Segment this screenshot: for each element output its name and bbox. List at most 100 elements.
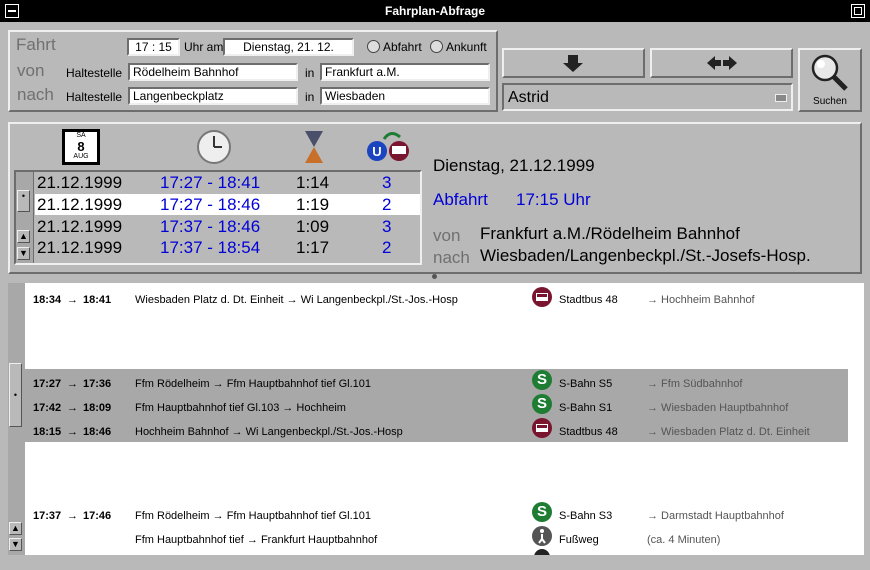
von-label: von: [17, 61, 45, 80]
summary-day: Dienstag, 21.12.1999: [433, 156, 595, 175]
detail-arr: 18:41: [83, 294, 112, 306]
summary-nach-label: nach: [433, 248, 470, 267]
summary-to: Wiesbaden/Langenbeckpl./St.-Josefs-Hosp.: [480, 246, 811, 265]
results-scrollbar[interactable]: • ▲ ▼: [16, 172, 34, 263]
bus-icon: [532, 418, 552, 438]
detail-route: Ffm Rödelheim → Ffm Hauptbahnhof tief Gl…: [135, 378, 371, 390]
result-changes: 3: [382, 173, 392, 192]
results-scroll-up[interactable]: ▲: [17, 230, 30, 243]
result-date: 21.12.1999: [37, 173, 123, 192]
detail-arr: 18:09: [83, 402, 112, 414]
result-time: 17:27 - 18:46: [160, 195, 261, 214]
result-changes: 2: [382, 195, 392, 214]
detail-direction: → Hochheim Bahnhof: [647, 294, 755, 306]
result-duration: 1:09: [296, 217, 330, 236]
calendar-icon: SA 8 AUG: [62, 129, 100, 165]
detail-direction: → Ffm Südbahnhof: [647, 378, 743, 390]
hourglass-icon: [305, 131, 323, 163]
arrow-icon: →: [67, 294, 78, 306]
detail-line: Fußweg: [559, 534, 599, 546]
detail-arr: 18:46: [83, 426, 112, 438]
search-label: Suchen: [813, 96, 847, 107]
sbahn-icon: S: [532, 394, 552, 414]
to-city-input[interactable]: Wiesbaden: [320, 87, 490, 105]
summary-von-label: von: [433, 226, 461, 245]
abfahrt-radio[interactable]: [367, 40, 380, 53]
result-time: 17:37 - 18:46: [160, 217, 261, 236]
date-input[interactable]: Dienstag, 21. 12.: [223, 38, 354, 56]
result-date: 21.12.1999: [37, 238, 123, 257]
detail-dep: 17:42: [33, 402, 62, 414]
app-window: Fahrplan-Abfrage Fahrt von nach 17 : 15 …: [0, 0, 870, 570]
profile-select[interactable]: Astrid: [502, 83, 793, 111]
summary-time: 17:15 Uhr: [516, 190, 591, 209]
detail-arr: 17:46: [83, 510, 112, 522]
result-duration: 1:17: [296, 238, 330, 257]
to-stop-input[interactable]: Langenbeckplatz: [128, 87, 298, 105]
search-button[interactable]: Suchen: [798, 48, 862, 112]
partial-icon: [534, 549, 550, 555]
move-down-button[interactable]: [502, 48, 645, 78]
detail-pane: 18:34 → 18:41 Wiesbaden Platz d. Dt. Ein…: [25, 283, 864, 555]
detail-direction: → Darmstadt Hauptbahnhof: [647, 510, 784, 522]
from-stop-input[interactable]: Rödelheim Bahnhof: [128, 63, 298, 81]
clock-icon: [197, 130, 231, 164]
sbahn-icon: S: [532, 370, 552, 390]
result-time: 17:37 - 18:54: [160, 238, 261, 257]
splitter-handle[interactable]: [432, 274, 437, 279]
detail-line: S-Bahn S5: [559, 378, 613, 390]
result-time: 17:27 - 18:41: [160, 173, 261, 192]
detail-dep: 17:27: [33, 378, 62, 390]
abfahrt-radio-label: Abfahrt: [383, 40, 422, 54]
swap-button[interactable]: [650, 48, 793, 78]
query-panel: Fahrt von nach 17 : 15 Uhr am Dienstag, …: [8, 30, 498, 112]
detail-scroll-thumb[interactable]: •: [9, 363, 22, 427]
ankunft-radio-label: Ankunft: [446, 40, 487, 54]
detail-line: Stadtbus 48: [559, 426, 618, 438]
detail-direction: (ca. 4 Minuten): [647, 534, 721, 546]
results-scroll-down[interactable]: ▼: [17, 247, 30, 260]
detail-direction: → Wiesbaden Platz d. Dt. Einheit: [647, 426, 810, 438]
swap-arrows-icon: [707, 56, 737, 70]
profile-value: Astrid: [508, 89, 549, 106]
arrow-icon: →: [67, 426, 78, 438]
detail-direction: → Wiesbaden Hauptbahnhof: [647, 402, 789, 414]
ankunft-radio[interactable]: [430, 40, 443, 53]
from-haltestelle-label: Haltestelle: [66, 66, 123, 80]
nach-label: nach: [17, 85, 54, 104]
window-title: Fahrplan-Abfrage: [384, 4, 485, 18]
time-input[interactable]: 17 : 15: [127, 38, 180, 56]
result-date: 21.12.1999: [37, 217, 123, 236]
detail-scroll-up[interactable]: ▲: [9, 522, 22, 535]
from-city-input[interactable]: Frankfurt a.M.: [320, 63, 490, 81]
transfers-icon: U: [367, 132, 409, 161]
bus-icon: [532, 287, 552, 307]
results-scroll-thumb[interactable]: •: [17, 190, 30, 212]
detail-route: Wiesbaden Platz d. Dt. Einheit → Wi Lang…: [135, 294, 458, 306]
arrow-icon: →: [67, 510, 78, 522]
sbahn-icon: S: [532, 502, 552, 522]
detail-line: S-Bahn S1: [559, 402, 613, 414]
maximize-icon[interactable]: [851, 4, 865, 18]
summary-mode: Abfahrt: [433, 190, 488, 209]
svg-text:U: U: [372, 144, 381, 159]
arrow-icon: →: [67, 402, 78, 414]
result-date: 21.12.1999: [37, 195, 123, 214]
window-menu-icon[interactable]: [5, 4, 19, 18]
detail-scroll-down[interactable]: ▼: [9, 538, 22, 551]
detail-scrollbar[interactable]: • ▲ ▼: [8, 283, 26, 555]
detail-route: Hochheim Bahnhof → Wi Langenbeckpl./St.-…: [135, 426, 403, 438]
arrow-down-icon: [563, 55, 583, 72]
fahrt-label: Fahrt: [16, 35, 56, 54]
detail-line: Stadtbus 48: [559, 294, 618, 306]
walk-icon: [532, 526, 552, 546]
detail-route: Ffm Hauptbahnhof tief Gl.103 → Hochheim: [135, 402, 346, 414]
detail-dep: 17:37: [33, 510, 62, 522]
result-changes: 2: [382, 238, 392, 257]
result-changes: 3: [382, 217, 392, 236]
result-duration: 1:19: [296, 195, 330, 214]
from-in-label: in: [305, 66, 315, 80]
detail-dep: 18:15: [33, 426, 62, 438]
detail-route: Ffm Hauptbahnhof tief → Frankfurt Hauptb…: [135, 534, 378, 546]
detail-arr: 17:36: [83, 378, 112, 390]
